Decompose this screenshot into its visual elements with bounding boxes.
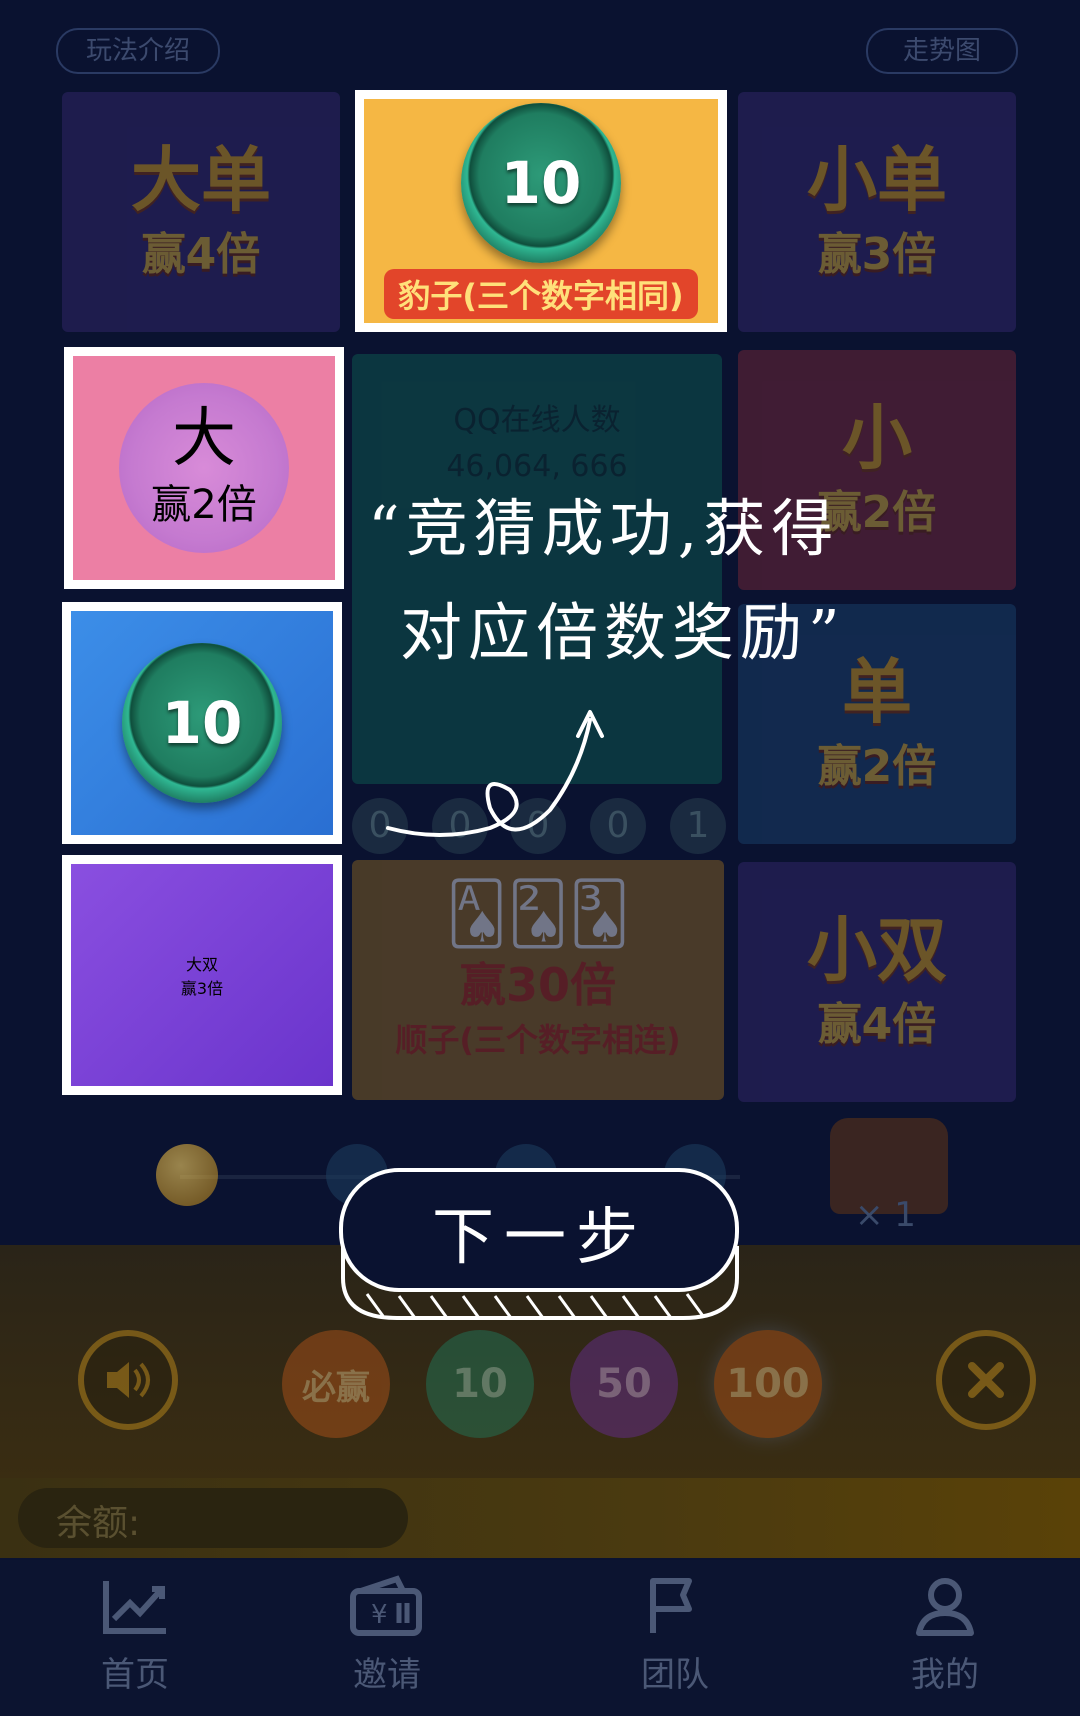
close-icon xyxy=(968,1362,1004,1398)
flag-icon xyxy=(650,1578,692,1633)
chip-50[interactable]: 50 xyxy=(570,1330,678,1438)
bet-triple-highlight[interactable]: 10 豹子(三个数字相同) xyxy=(355,90,727,332)
next-step-button[interactable]: 下一步 xyxy=(337,1166,743,1326)
svg-text:¥: ¥ xyxy=(371,1600,388,1630)
next-step-label: 下一步 xyxy=(431,1200,648,1273)
cell-payout: 赢4倍 xyxy=(817,999,937,1050)
chip-icon: 10 xyxy=(461,103,621,263)
cards-icon: 🂡🂢🂣 xyxy=(445,879,631,949)
cell-title: 小双 xyxy=(807,908,947,991)
chip-100[interactable]: 100 xyxy=(714,1330,822,1438)
chart-icon xyxy=(103,1581,166,1634)
tab-invite[interactable]: ¥ 邀请 xyxy=(312,1575,462,1696)
cell-payout: 赢3倍 xyxy=(180,979,224,998)
tutorial-arrow-icon xyxy=(386,710,604,837)
user-icon xyxy=(916,1578,974,1636)
cell-payout: 赢30倍 xyxy=(459,958,616,1012)
trend-button[interactable]: 走势图 xyxy=(866,28,1018,74)
chip-icon: 10 xyxy=(122,643,282,803)
bet-straight[interactable]: 🂡🂢🂣 赢30倍 顺子(三个数字相连) xyxy=(352,860,724,1100)
balance-label: 余额: xyxy=(56,1503,141,1544)
rules-button[interactable]: 玩法介绍 xyxy=(56,28,220,74)
sound-button[interactable] xyxy=(78,1330,178,1430)
cell-title: 大双 xyxy=(185,955,218,974)
online-title: QQ在线人数 xyxy=(453,402,621,438)
bet-small-even[interactable]: 小双 赢4倍 xyxy=(738,862,1016,1102)
cell-payout: 赢3倍 xyxy=(817,229,937,280)
chip-sure-win[interactable]: 必赢 xyxy=(282,1330,390,1438)
tab-home[interactable]: 首页 xyxy=(60,1575,210,1696)
tutorial-line-1: “竞猜成功,获得 xyxy=(368,492,840,565)
cell-title: 小单 xyxy=(807,138,947,221)
bet-small-odd[interactable]: 小单 赢3倍 xyxy=(738,92,1016,332)
tab-mine[interactable]: 我的 xyxy=(870,1575,1020,1696)
big-badge: 大 赢2倍 xyxy=(119,383,289,553)
cell-title: 单 xyxy=(842,650,912,733)
cell-caption: 顺子(三个数字相连) xyxy=(395,1021,681,1059)
treasure-count: × 1 xyxy=(855,1195,916,1235)
progress-ball-active xyxy=(156,1144,218,1206)
chip-10[interactable]: 10 xyxy=(426,1330,534,1438)
bet-chip-highlight[interactable]: 10 xyxy=(62,602,342,844)
bet-big-even-highlight[interactable]: 大双 赢3倍 xyxy=(62,855,342,1095)
cell-title: 小 xyxy=(842,396,912,479)
tab-team[interactable]: 团队 xyxy=(600,1575,750,1696)
close-button[interactable] xyxy=(936,1330,1036,1430)
result-digit: 1 xyxy=(670,798,726,854)
cell-caption: 豹子(三个数字相同) xyxy=(384,269,698,319)
bet-big-highlight[interactable]: 大 赢2倍 xyxy=(64,347,344,589)
cell-payout: 赢4倍 xyxy=(141,229,261,280)
speaker-icon xyxy=(107,1362,150,1398)
bet-big-odd[interactable]: 大单 赢4倍 xyxy=(62,92,340,332)
wallet-icon: ¥ xyxy=(350,1575,422,1636)
cell-title: 大单 xyxy=(131,138,271,221)
cell-payout: 赢2倍 xyxy=(817,741,937,792)
tutorial-line-2: 对应倍数奖励” xyxy=(400,596,846,669)
